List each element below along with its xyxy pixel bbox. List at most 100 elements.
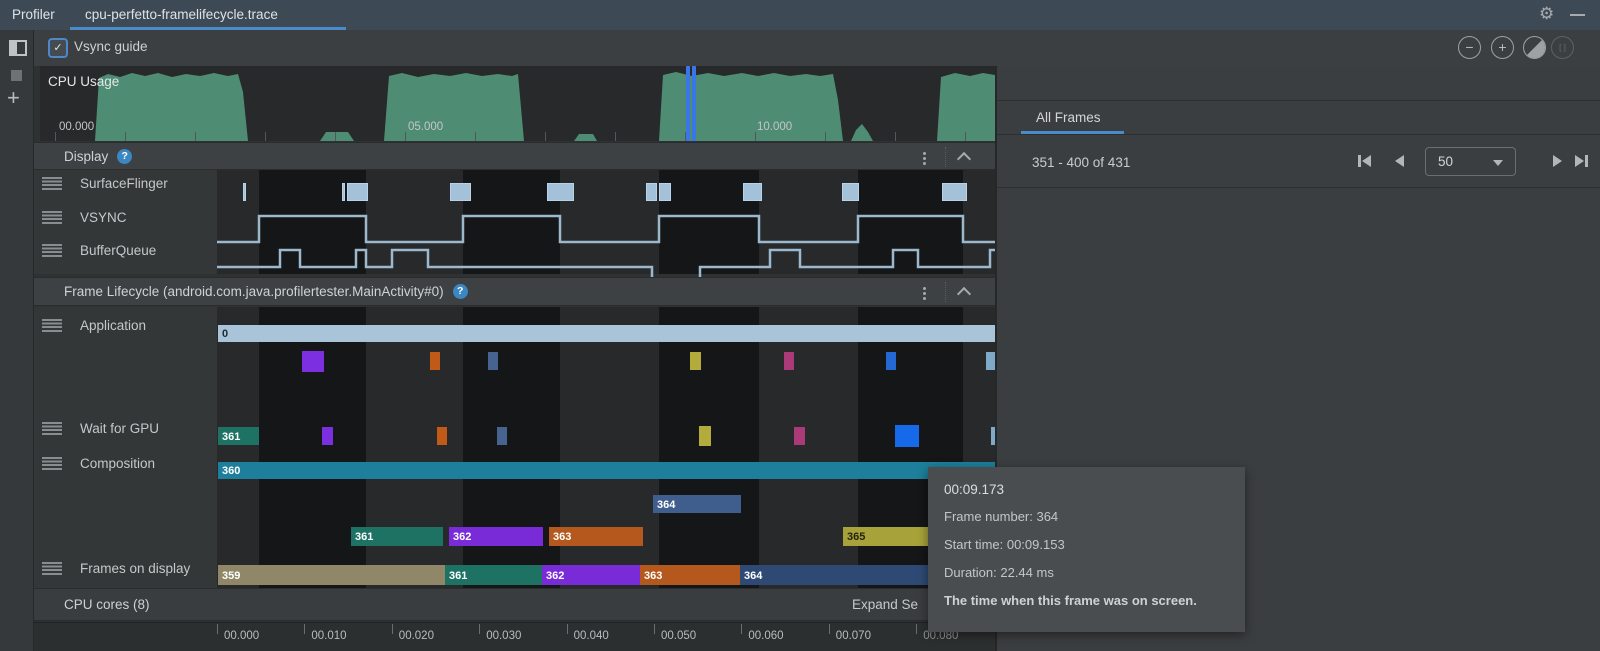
axis-tick	[479, 624, 481, 634]
profiler-window: Profiler cpu-perfetto-framelifecycle.tra…	[0, 0, 1600, 651]
frame-bar[interactable]: 359	[218, 565, 445, 585]
frame-bar[interactable]	[437, 427, 447, 445]
surfaceflinger-event-bar[interactable]	[342, 183, 345, 201]
frame-bar[interactable]	[430, 352, 440, 370]
display-section-title: Display	[64, 148, 109, 164]
frame-bar[interactable]: 364	[653, 495, 741, 513]
frame-bar[interactable]	[690, 352, 701, 370]
track-label-surfaceflinger: SurfaceFlinger	[80, 176, 168, 191]
drag-grip-icon[interactable]	[42, 422, 62, 435]
first-page-button[interactable]	[1358, 155, 1371, 167]
divider	[997, 187, 1600, 188]
frame-bar[interactable]: 363	[640, 565, 740, 585]
timeline-label: 00.060	[748, 630, 784, 642]
frame-bar[interactable]	[302, 351, 324, 372]
surfaceflinger-event-bar[interactable]	[347, 183, 368, 201]
axis-tick	[265, 132, 266, 141]
frame-bar[interactable]	[699, 426, 711, 446]
axis-tick	[545, 132, 546, 141]
frame-bar[interactable]	[794, 427, 805, 445]
prev-page-button[interactable]	[1395, 155, 1404, 167]
cpu-cores-section-header[interactable]: CPU cores (8)	[34, 588, 995, 621]
page-size-dropdown[interactable]: 50	[1425, 147, 1516, 176]
vsync-guide-band	[659, 307, 759, 588]
frame-bar-label: 363	[644, 570, 663, 582]
kebab-menu-icon[interactable]	[921, 285, 928, 302]
axis-tick	[895, 132, 896, 141]
axis-tick	[55, 132, 56, 141]
frame-bar[interactable]	[886, 352, 896, 370]
axis-tick	[825, 132, 826, 141]
drag-grip-icon[interactable]	[42, 319, 62, 332]
tab-all-frames[interactable]: All Frames	[1036, 110, 1101, 125]
kebab-menu-icon[interactable]	[921, 150, 928, 167]
drag-grip-icon[interactable]	[42, 211, 62, 224]
collapse-chevron-icon[interactable]	[956, 151, 972, 167]
drag-grip-icon[interactable]	[42, 562, 62, 575]
surfaceflinger-event-bar[interactable]	[547, 183, 574, 201]
track-label-composition: Composition	[80, 456, 156, 471]
tooltip-duration: Duration: 22.44 ms	[944, 565, 1054, 580]
divider	[945, 282, 946, 302]
frame-bar-label: 361	[355, 531, 374, 543]
surfaceflinger-event-bar[interactable]	[243, 183, 246, 201]
frame-bar[interactable]: 362	[542, 565, 640, 585]
divider	[997, 100, 1600, 101]
frame-bar-label: 0	[222, 328, 229, 340]
cpu-axis-label: 05.000	[408, 121, 444, 133]
last-page-button[interactable]	[1575, 155, 1588, 167]
help-icon[interactable]: ?	[452, 284, 468, 299]
axis-tick	[755, 132, 756, 141]
frame-bar[interactable]	[784, 352, 794, 370]
track-label-frames-on-display: Frames on display	[80, 561, 191, 576]
frame-bar-label: 360	[222, 465, 241, 477]
cpu-usage-label: CPU Usage	[48, 74, 120, 89]
frame-bar[interactable]: 361	[351, 527, 443, 546]
cpu-axis-label: 10.000	[757, 121, 793, 133]
axis-tick	[741, 624, 743, 634]
frame-bar[interactable]	[497, 427, 507, 445]
drag-grip-icon[interactable]	[42, 457, 62, 470]
expand-sections-link[interactable]: Expand Se	[852, 597, 918, 612]
axis-tick	[654, 624, 655, 634]
frame-bar-label: 361	[449, 570, 468, 582]
lifecycle-section-header[interactable]: Frame Lifecycle (android.com.java.profil…	[34, 277, 995, 306]
surfaceflinger-event-bar[interactable]	[450, 183, 471, 201]
frame-bar[interactable]: 0	[218, 325, 995, 342]
tooltip-time: 00:09.173	[944, 482, 1005, 497]
frame-bar[interactable]: 361	[445, 565, 542, 585]
drag-grip-icon[interactable]	[42, 244, 62, 257]
range-selection-handle[interactable]	[686, 66, 690, 141]
axis-tick	[125, 132, 126, 141]
frame-bar[interactable]: 362	[449, 527, 543, 546]
axis-tick	[965, 132, 966, 141]
divider	[997, 134, 1600, 135]
surfaceflinger-event-bar[interactable]	[646, 183, 657, 201]
pagination-range: 351 - 400 of 431	[1032, 155, 1131, 170]
surfaceflinger-event-bar[interactable]	[842, 183, 859, 201]
frame-bar[interactable]	[986, 352, 995, 370]
collapse-chevron-icon[interactable]	[956, 286, 972, 302]
surfaceflinger-event-bar[interactable]	[659, 183, 671, 201]
page-size-value: 50	[1438, 154, 1454, 169]
timeline-label: 00.040	[573, 630, 609, 642]
frame-bar[interactable]	[322, 427, 333, 445]
range-selection-handle[interactable]	[692, 66, 696, 141]
axis-tick	[615, 132, 616, 141]
help-icon[interactable]: ?	[117, 148, 133, 164]
frame-bar[interactable]	[895, 425, 919, 447]
next-page-button[interactable]	[1553, 155, 1562, 167]
frame-bar[interactable]: 365	[843, 527, 932, 546]
surfaceflinger-event-bar[interactable]	[743, 183, 762, 201]
frame-bar[interactable]: 363	[549, 527, 643, 546]
surfaceflinger-event-bar[interactable]	[942, 183, 967, 201]
frame-bar[interactable]	[488, 352, 498, 370]
display-section-header[interactable]: Display ?	[34, 142, 995, 170]
frame-bar[interactable]: 360	[218, 462, 995, 479]
frame-bar-label: 362	[546, 570, 565, 582]
frame-bar[interactable]: 361	[218, 427, 259, 445]
timeline-label: 00.010	[311, 630, 347, 642]
frame-bar-label: 364	[657, 499, 676, 511]
drag-grip-icon[interactable]	[42, 177, 62, 190]
axis-tick	[391, 624, 393, 634]
